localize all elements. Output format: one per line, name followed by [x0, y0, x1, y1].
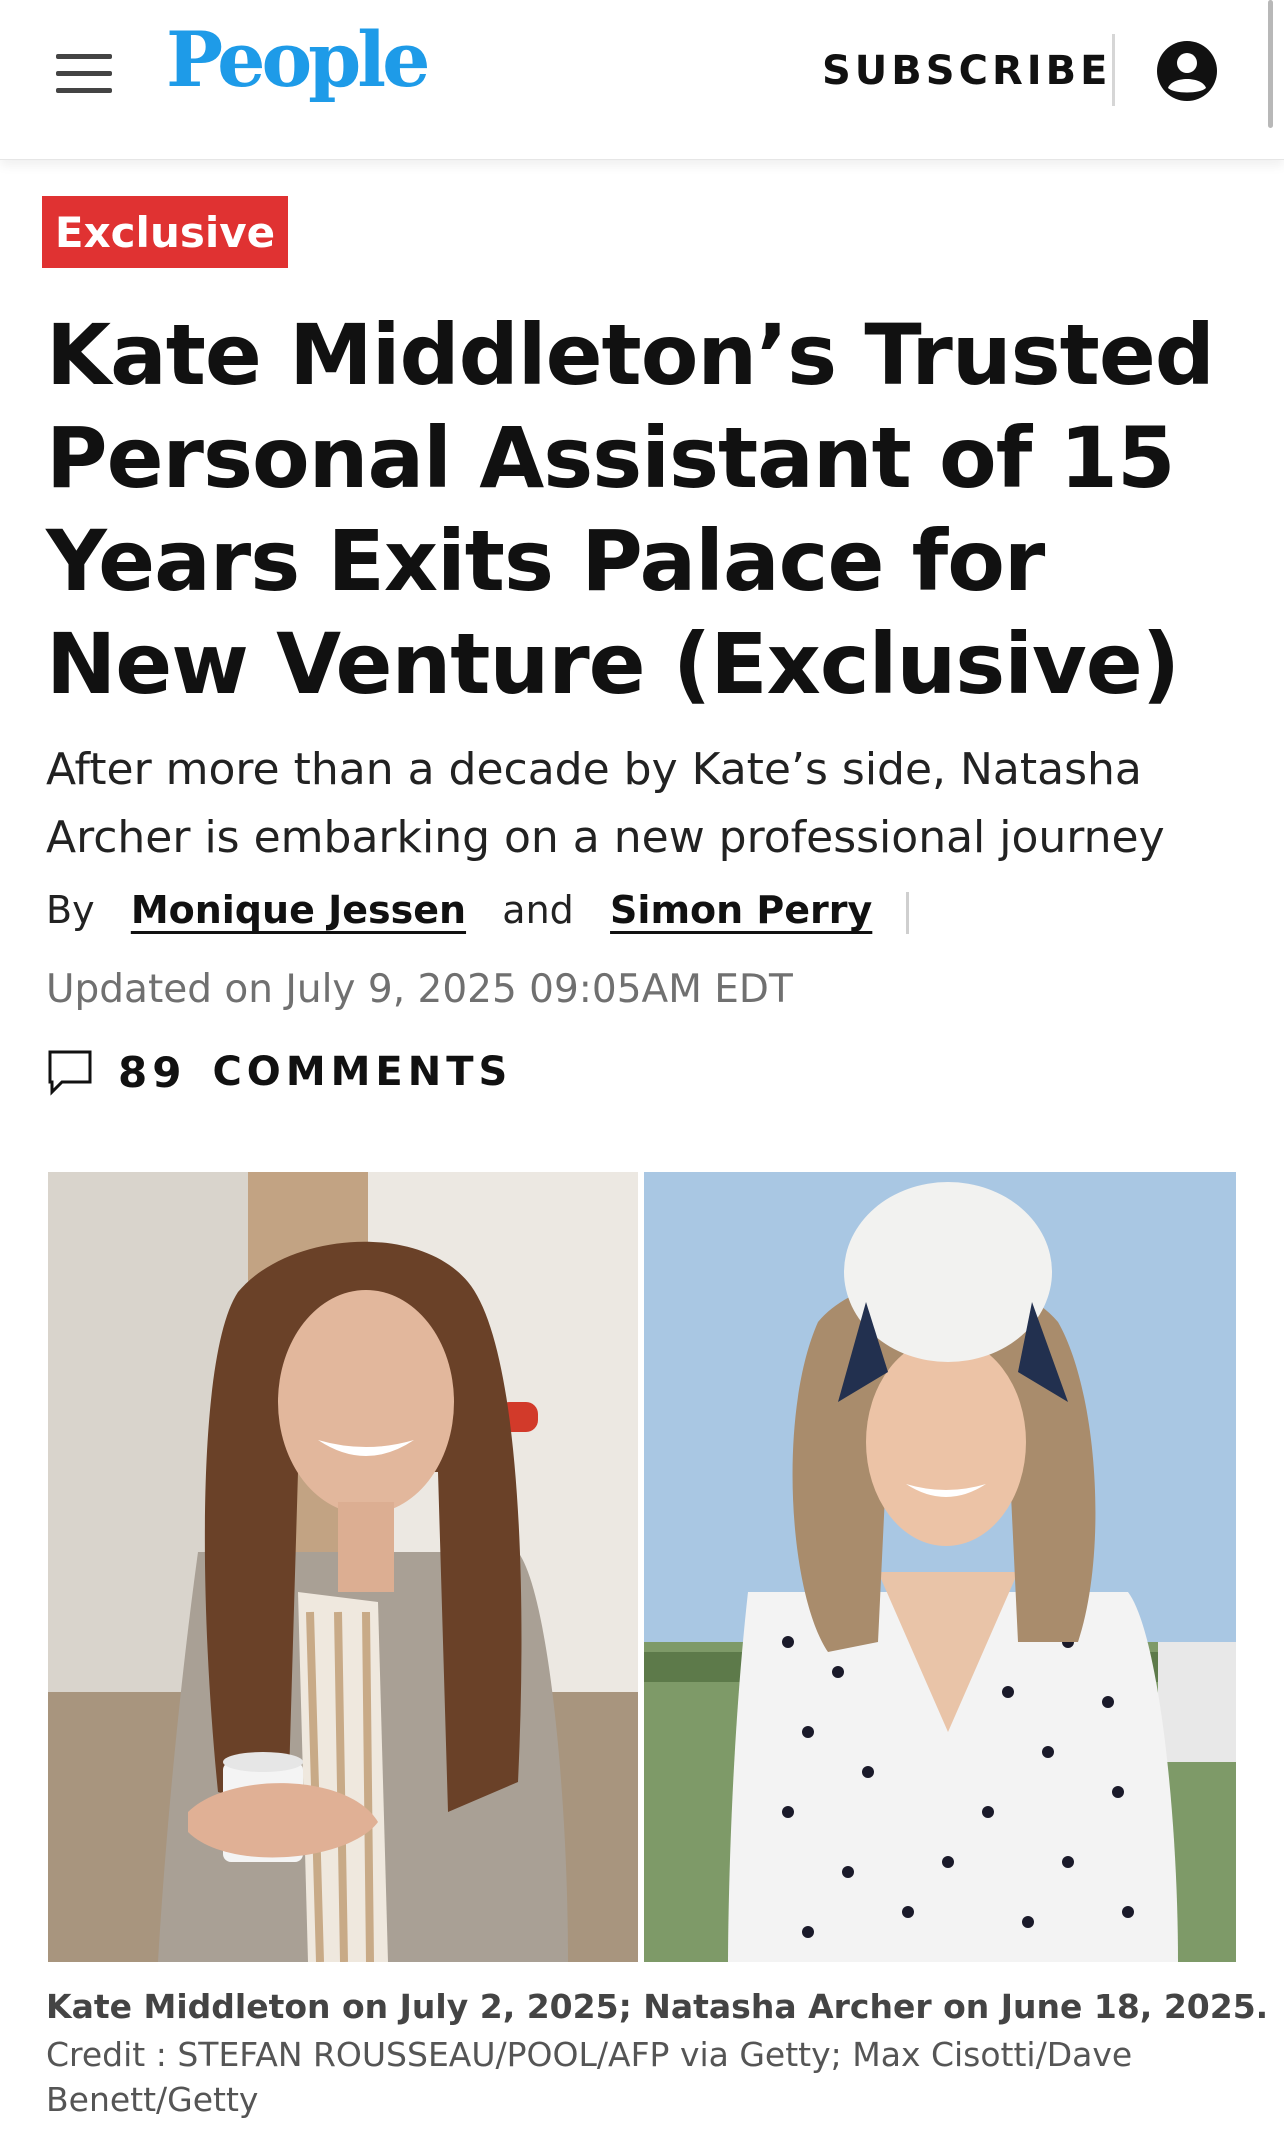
- site-header: People SUBSCRIBE: [0, 0, 1284, 160]
- subscribe-button[interactable]: SUBSCRIBE: [822, 48, 1111, 94]
- byline-conjunction: and: [502, 888, 574, 932]
- site-logo[interactable]: People: [166, 22, 431, 98]
- byline-prefix: By: [46, 888, 95, 932]
- comment-bubble-icon: [48, 1050, 92, 1096]
- article-headline: Kate Middleton’s Trusted Personal Assist…: [46, 306, 1215, 713]
- updated-timestamp: Updated on July 9, 2025 09:05AM EDT: [46, 967, 793, 1012]
- image-credit: Credit : STEFAN ROUSSEAU/POOL/AFP via Ge…: [46, 2035, 1133, 2119]
- comments-link[interactable]: 89 COMMENTS: [46, 1044, 512, 1100]
- author-link-monique-jessen[interactable]: Monique Jessen: [131, 888, 466, 932]
- byline: By Monique Jessen and Simon Perry: [46, 882, 910, 938]
- user-account-icon[interactable]: [1156, 40, 1218, 102]
- comments-count: 89: [118, 1047, 187, 1097]
- image-caption: Kate Middleton on July 2, 2025; Natasha …: [46, 1987, 1269, 2026]
- hero-image-graphic: [48, 1172, 1236, 1962]
- header-divider: [1112, 34, 1115, 106]
- byline-divider: [906, 891, 910, 934]
- comments-label: COMMENTS: [212, 1049, 513, 1095]
- exclusive-badge[interactable]: Exclusive: [42, 196, 288, 268]
- author-link-simon-perry[interactable]: Simon Perry: [610, 888, 872, 932]
- hamburger-menu-icon[interactable]: [56, 54, 112, 94]
- article-subheadline: After more than a decade by Kate’s side,…: [46, 744, 1165, 863]
- article-hero-image[interactable]: [48, 1172, 1236, 1962]
- scrollbar[interactable]: [1268, 0, 1273, 128]
